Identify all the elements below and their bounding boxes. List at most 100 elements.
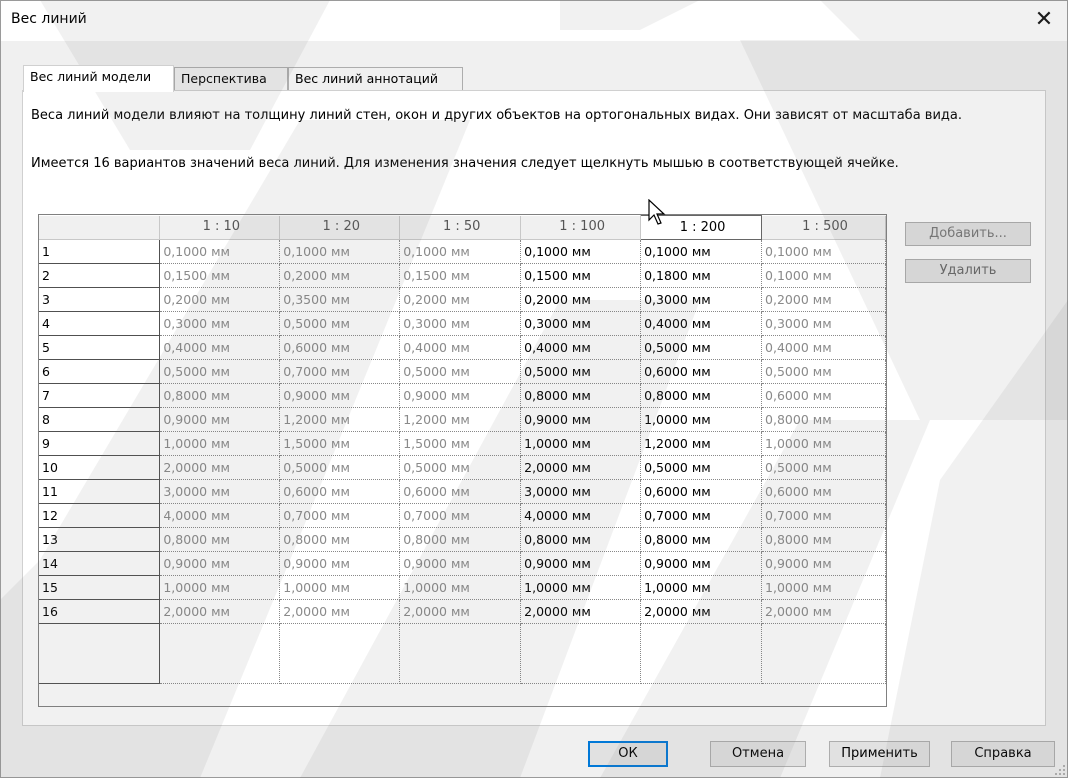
weight-cell[interactable]: 0,2000 мм	[279, 263, 401, 288]
weight-cell[interactable]: 0,9000 мм	[399, 383, 522, 408]
weight-cell[interactable]: 0,5000 мм	[279, 311, 401, 336]
weight-cell[interactable]: 1,2000 мм	[640, 431, 763, 456]
weight-cell[interactable]: 2,0000 мм	[159, 455, 281, 480]
scale-column-header[interactable]: 1 : 50	[399, 215, 522, 240]
weight-cell[interactable]: 0,8000 мм	[520, 383, 642, 408]
weight-cell[interactable]: 0,1000 мм	[279, 239, 401, 264]
weight-cell[interactable]: 0,8000 мм	[279, 527, 401, 552]
weight-cell[interactable]: 1,0000 мм	[520, 575, 642, 600]
weight-cell[interactable]: 0,9000 мм	[520, 407, 642, 432]
weight-cell[interactable]: 1,5000 мм	[279, 431, 401, 456]
weight-cell[interactable]: 1,0000 мм	[640, 407, 763, 432]
weight-cell[interactable]: 0,8000 мм	[159, 383, 281, 408]
weight-cell[interactable]: 0,6000 мм	[279, 335, 401, 360]
weight-cell[interactable]: 0,1000 мм	[520, 239, 642, 264]
weight-cell[interactable]: 0,4000 мм	[520, 335, 642, 360]
weight-cell[interactable]: 3,0000 мм	[520, 479, 642, 504]
weight-cell[interactable]: 0,6000 мм	[761, 479, 886, 504]
weight-cell[interactable]: 0,7000 мм	[279, 503, 401, 528]
weight-cell[interactable]: 2,0000 мм	[520, 455, 642, 480]
weight-cell[interactable]: 0,2000 мм	[159, 287, 281, 312]
weight-cell[interactable]: 0,1000 мм	[761, 263, 886, 288]
add-button[interactable]: Добавить...	[905, 222, 1031, 246]
resize-grip-icon[interactable]	[1055, 765, 1065, 775]
weight-cell[interactable]: 1,0000 мм	[640, 575, 763, 600]
weight-cell[interactable]: 0,1800 мм	[640, 263, 763, 288]
weight-cell[interactable]: 0,9000 мм	[279, 551, 401, 576]
weight-cell[interactable]: 0,8000 мм	[399, 527, 522, 552]
weight-cell[interactable]: 4,0000 мм	[159, 503, 281, 528]
weight-cell[interactable]: 2,0000 мм	[159, 599, 281, 624]
weight-cell[interactable]: 0,6000 мм	[279, 479, 401, 504]
weight-cell[interactable]: 0,9000 мм	[520, 551, 642, 576]
apply-button[interactable]: Применить	[829, 741, 930, 767]
weight-cell[interactable]: 0,8000 мм	[761, 407, 886, 432]
weight-cell[interactable]: 1,0000 мм	[159, 575, 281, 600]
weight-cell[interactable]: 0,5000 мм	[640, 455, 763, 480]
weight-cell[interactable]: 0,6000 мм	[761, 383, 886, 408]
weight-cell[interactable]: 0,1000 мм	[159, 239, 281, 264]
weight-cell[interactable]: 0,1000 мм	[640, 239, 763, 264]
delete-button[interactable]: Удалить	[905, 259, 1031, 283]
weight-cell[interactable]: 0,6000 мм	[640, 479, 763, 504]
weight-cell[interactable]: 0,4000 мм	[640, 311, 763, 336]
weight-cell[interactable]: 1,2000 мм	[399, 407, 522, 432]
weight-cell[interactable]: 0,7000 мм	[279, 359, 401, 384]
weight-cell[interactable]: 0,1500 мм	[399, 263, 522, 288]
weight-cell[interactable]: 0,9000 мм	[159, 551, 281, 576]
weight-cell[interactable]: 3,0000 мм	[159, 479, 281, 504]
weight-cell[interactable]: 1,0000 мм	[520, 431, 642, 456]
weight-cell[interactable]: 0,3000 мм	[761, 311, 886, 336]
weight-cell[interactable]: 0,6000 мм	[399, 479, 522, 504]
weight-cell[interactable]: 0,5000 мм	[399, 359, 522, 384]
weight-cell[interactable]: 0,9000 мм	[761, 551, 886, 576]
weight-cell[interactable]: 0,9000 мм	[399, 551, 522, 576]
weight-cell[interactable]: 0,5000 мм	[761, 359, 886, 384]
weight-cell[interactable]: 0,8000 мм	[761, 527, 886, 552]
weight-cell[interactable]: 2,0000 мм	[761, 599, 886, 624]
scale-column-header[interactable]: 1 : 10	[159, 215, 281, 240]
weight-cell[interactable]: 0,9000 мм	[159, 407, 281, 432]
weight-cell[interactable]: 0,9000 мм	[279, 383, 401, 408]
weight-cell[interactable]: 2,0000 мм	[399, 599, 522, 624]
weight-cell[interactable]: 1,0000 мм	[159, 431, 281, 456]
cancel-button[interactable]: Отмена	[710, 741, 806, 767]
weight-cell[interactable]: 0,5000 мм	[520, 359, 642, 384]
weight-cell[interactable]: 0,2000 мм	[761, 287, 886, 312]
weight-cell[interactable]: 2,0000 мм	[520, 599, 642, 624]
weight-cell[interactable]: 1,0000 мм	[279, 575, 401, 600]
weight-cell[interactable]: 0,3000 мм	[520, 311, 642, 336]
weight-cell[interactable]: 0,2000 мм	[399, 287, 522, 312]
weight-cell[interactable]: 0,7000 мм	[399, 503, 522, 528]
tab-perspective[interactable]: Перспектива	[174, 67, 288, 90]
weight-cell[interactable]: 0,1500 мм	[520, 263, 642, 288]
weight-cell[interactable]: 0,2000 мм	[520, 287, 642, 312]
weight-cell[interactable]: 1,0000 мм	[761, 575, 886, 600]
weight-cell[interactable]: 2,0000 мм	[640, 599, 763, 624]
weight-cell[interactable]: 2,0000 мм	[279, 599, 401, 624]
help-button[interactable]: Справка	[951, 741, 1055, 767]
weight-cell[interactable]: 0,7000 мм	[761, 503, 886, 528]
weight-cell[interactable]: 0,8000 мм	[640, 527, 763, 552]
weight-cell[interactable]: 0,8000 мм	[159, 527, 281, 552]
weight-cell[interactable]: 1,5000 мм	[399, 431, 522, 456]
weight-cell[interactable]: 0,6000 мм	[640, 359, 763, 384]
weight-cell[interactable]: 0,9000 мм	[640, 551, 763, 576]
scale-column-header[interactable]: 1 : 100	[520, 215, 642, 240]
weight-cell[interactable]: 0,7000 мм	[640, 503, 763, 528]
weight-cell[interactable]: 0,8000 мм	[640, 383, 763, 408]
weight-cell[interactable]: 0,5000 мм	[399, 455, 522, 480]
weight-cell[interactable]: 1,0000 мм	[761, 431, 886, 456]
weight-cell[interactable]: 0,8000 мм	[520, 527, 642, 552]
weight-cell[interactable]: 0,3500 мм	[279, 287, 401, 312]
weight-cell[interactable]: 0,3000 мм	[640, 287, 763, 312]
scale-column-header[interactable]: 1 : 20	[279, 215, 401, 240]
weight-cell[interactable]: 0,4000 мм	[159, 335, 281, 360]
ok-button[interactable]: ОК	[588, 741, 668, 767]
weight-cell[interactable]: 0,1000 мм	[761, 239, 886, 264]
weight-cell[interactable]: 0,4000 мм	[761, 335, 886, 360]
tab-annotation-line-weights[interactable]: Вес линий аннотаций	[288, 67, 463, 90]
scale-column-header[interactable]: 1 : 500	[761, 215, 886, 240]
close-icon[interactable]: ✕	[1029, 5, 1059, 35]
weight-cell[interactable]: 1,2000 мм	[279, 407, 401, 432]
